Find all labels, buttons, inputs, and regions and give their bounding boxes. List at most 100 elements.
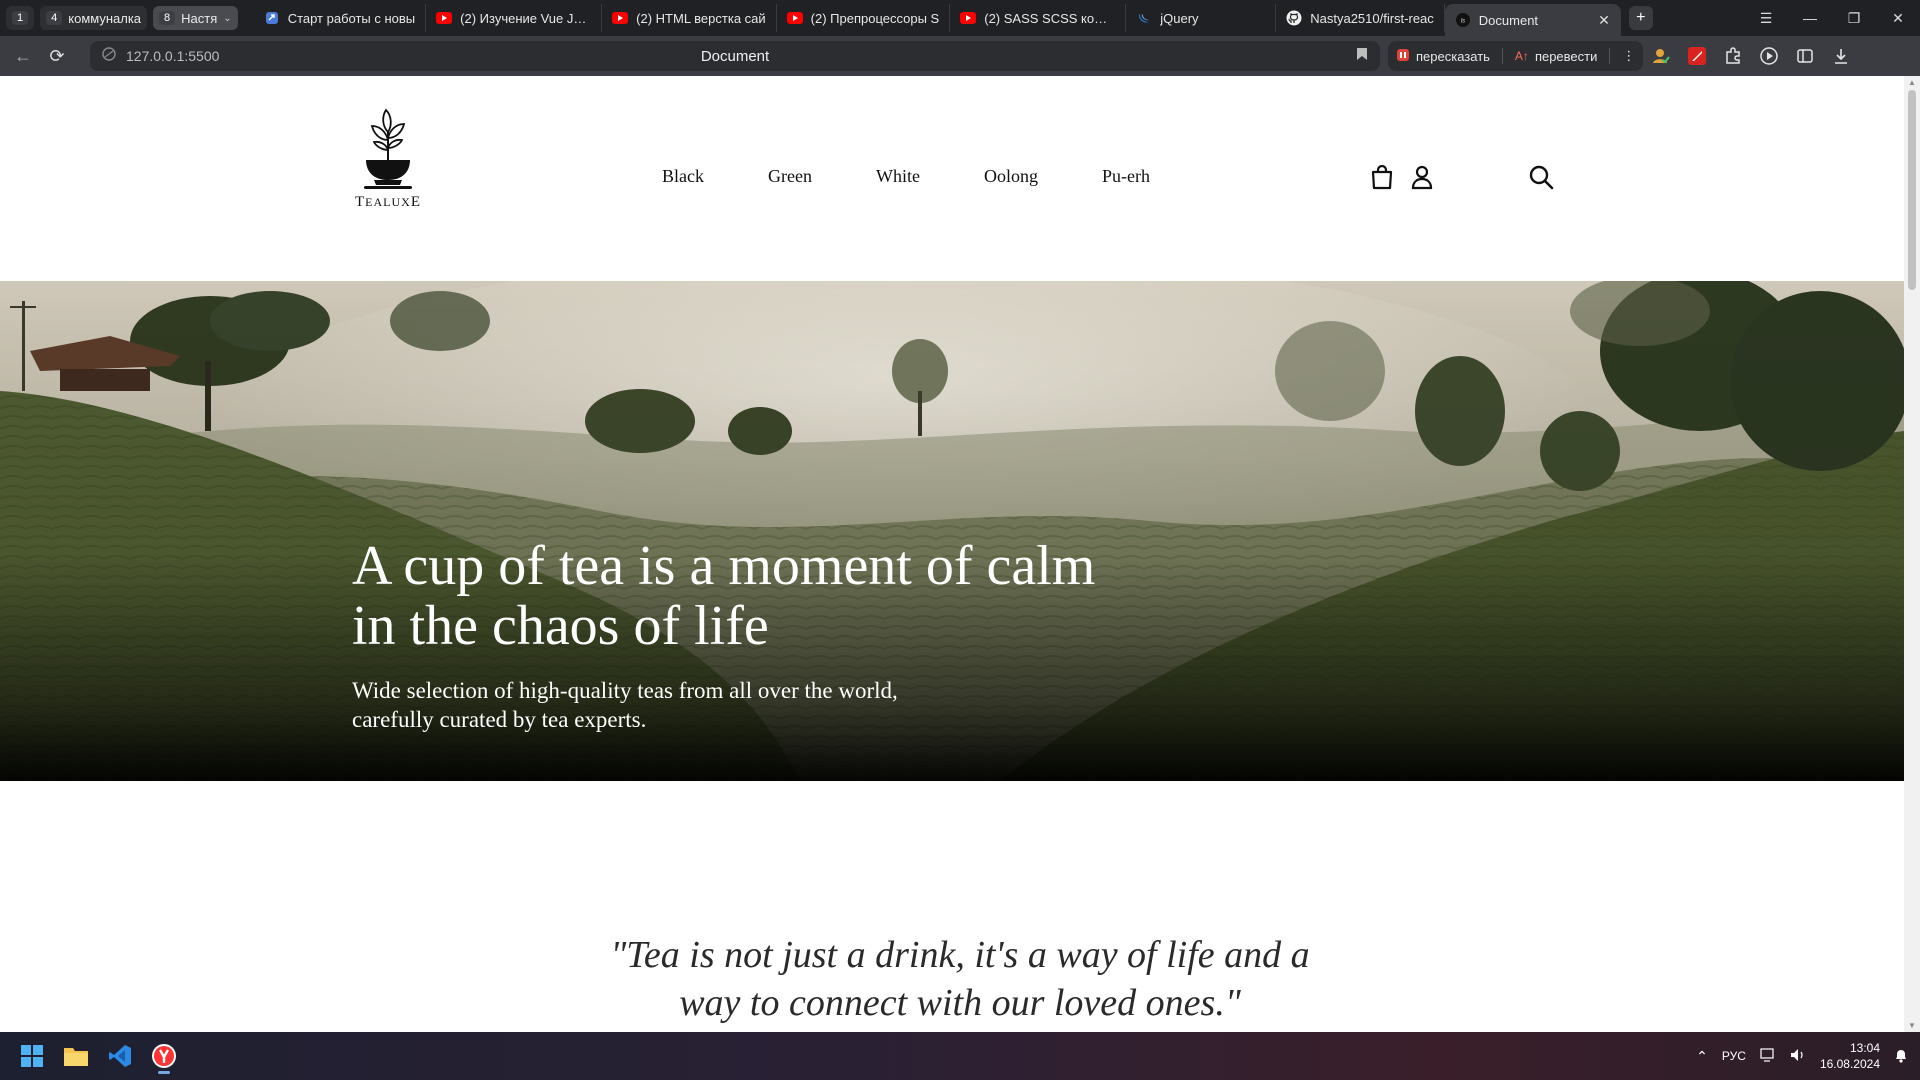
media-play-icon[interactable] bbox=[1751, 41, 1787, 71]
summarize-icon bbox=[1396, 48, 1410, 65]
header-actions bbox=[1370, 164, 1434, 195]
tab-group-label: коммуналка bbox=[68, 10, 142, 26]
chevron-down-icon: ⌄ bbox=[223, 12, 232, 24]
close-tab-icon[interactable]: ✕ bbox=[1598, 12, 1610, 29]
youtube-icon bbox=[436, 10, 453, 26]
svg-text:ls: ls bbox=[1461, 19, 1465, 25]
tab-youtube-vue[interactable]: (2) Изучение Vue JS с bbox=[426, 4, 603, 32]
yandex-browser-icon[interactable] bbox=[144, 1036, 184, 1076]
teacup-logo-icon bbox=[364, 108, 412, 189]
nav-link-white[interactable]: White bbox=[876, 166, 920, 187]
notification-bell-icon[interactable] bbox=[1894, 1047, 1908, 1066]
site-header: TEALUXE Black Green White Oolong Pu-erh bbox=[0, 76, 1904, 280]
tab-youtube-sass[interactable]: (2) SASS SCSS компи bbox=[950, 4, 1127, 32]
tab-youtube-preprocessors[interactable]: (2) Препроцессоры S bbox=[777, 4, 951, 32]
shopping-bag-icon[interactable] bbox=[1370, 164, 1394, 195]
site-logo[interactable]: TEALUXE bbox=[352, 106, 424, 216]
tab-group-kommunalka[interactable]: 4 коммуналка bbox=[40, 6, 148, 30]
extensions-puzzle-icon[interactable] bbox=[1715, 41, 1751, 71]
reload-icon[interactable]: ⟳ bbox=[40, 39, 74, 73]
page-actions: пересказать A↑ перевести ⋮ bbox=[1388, 41, 1644, 71]
bookmark-icon[interactable] bbox=[1356, 47, 1368, 66]
system-tray: ⌃ РУС 13:04 16.08.2024 bbox=[1696, 1040, 1920, 1072]
tab-group-count: 8 bbox=[159, 11, 176, 25]
tab-label: (2) Изучение Vue JS с bbox=[460, 10, 592, 26]
tab-group-label: Настя bbox=[181, 10, 218, 26]
tab-group-count: 4 bbox=[46, 11, 63, 25]
language-indicator[interactable]: РУС bbox=[1722, 1049, 1746, 1063]
divider bbox=[1501, 48, 1503, 64]
youtube-icon bbox=[612, 10, 629, 26]
nav-link-green[interactable]: Green bbox=[768, 166, 812, 187]
translate-icon: A↑ bbox=[1514, 49, 1529, 63]
tab-youtube-html[interactable]: (2) HTML верстка сай bbox=[602, 4, 777, 32]
jquery-icon bbox=[1136, 10, 1152, 26]
network-icon[interactable] bbox=[1760, 1047, 1776, 1065]
tab-group-1[interactable]: 1 bbox=[6, 6, 35, 30]
nav-link-oolong[interactable]: Oolong bbox=[984, 166, 1038, 187]
nav-link-black[interactable]: Black bbox=[662, 166, 704, 187]
tab-group-count: 1 bbox=[12, 11, 29, 25]
divider bbox=[1609, 48, 1611, 64]
page-scrollbar[interactable]: ▲ ▼ bbox=[1904, 76, 1920, 1032]
tab-label: Document bbox=[1478, 12, 1539, 28]
browser-tab-strip: 1 4 коммуналка 8 Настя ⌄ Старт работы с нов… bbox=[0, 0, 1920, 36]
collections-icon[interactable] bbox=[1787, 41, 1823, 71]
link-icon bbox=[264, 10, 280, 26]
live-server-icon: ls bbox=[1455, 12, 1471, 28]
hero-subtitle: Wide selection of high-quality teas from… bbox=[352, 678, 898, 732]
windows-taskbar: ⌃ РУС 13:04 16.08.2024 bbox=[0, 1032, 1920, 1080]
tab-label: jQuery bbox=[1160, 10, 1199, 26]
hero-section: A cup of tea is a moment of calm in the c… bbox=[0, 281, 1904, 781]
clock-date: 16.08.2024 bbox=[1819, 1057, 1880, 1071]
tab-label: (2) SASS SCSS компи bbox=[984, 10, 1116, 26]
browser-toolbar: ← ⟳ 127.0.0.1:5500 Document пересказать … bbox=[0, 36, 1920, 76]
youtube-icon bbox=[786, 10, 803, 26]
tab-label: (2) HTML верстка сай bbox=[636, 10, 766, 26]
tab-label: Nastya2510/first-reac bbox=[1310, 10, 1434, 26]
minimize-icon[interactable]: — bbox=[1788, 10, 1832, 27]
restore-icon[interactable]: ❐ bbox=[1832, 10, 1876, 27]
download-icon[interactable] bbox=[1823, 41, 1859, 71]
tab-label: Старт работы с новы bbox=[287, 10, 416, 26]
file-explorer-icon[interactable] bbox=[56, 1036, 96, 1076]
site-info-icon[interactable] bbox=[102, 46, 116, 66]
close-window-icon[interactable]: ✕ bbox=[1876, 10, 1920, 27]
tab-github[interactable]: Nastya2510/first-reac bbox=[1276, 4, 1445, 32]
search-icon[interactable] bbox=[1528, 164, 1554, 195]
pen-extension-icon[interactable] bbox=[1679, 41, 1715, 71]
window-controls: ☰ — ❐ ✕ bbox=[1744, 10, 1920, 27]
main-nav: Black Green White Oolong Pu-erh bbox=[662, 166, 1214, 187]
scrollbar-thumb[interactable] bbox=[1908, 90, 1916, 290]
windows-start-icon[interactable] bbox=[12, 1036, 52, 1076]
tab-group-nastya[interactable]: 8 Настя ⌄ bbox=[153, 6, 238, 30]
tab-vue-start[interactable]: Старт работы с новы bbox=[254, 4, 427, 32]
menu-icon[interactable]: ☰ bbox=[1744, 10, 1788, 27]
new-tab-button[interactable]: + bbox=[1628, 6, 1653, 30]
clock-time: 13:04 bbox=[1849, 1041, 1880, 1055]
page-title: Document bbox=[700, 47, 770, 65]
more-icon[interactable]: ⋮ bbox=[1622, 48, 1635, 64]
chevron-up-icon[interactable]: ⌃ bbox=[1696, 1048, 1708, 1065]
page-viewport: TEALUXE Black Green White Oolong Pu-erh bbox=[0, 76, 1904, 1032]
youtube-icon bbox=[960, 10, 977, 26]
github-icon bbox=[1286, 10, 1302, 26]
scroll-down-arrow-icon[interactable]: ▼ bbox=[1908, 1021, 1916, 1030]
translate-button[interactable]: перевести bbox=[1535, 49, 1597, 64]
tab-label: (2) Препроцессоры S bbox=[810, 10, 940, 26]
vscode-icon[interactable] bbox=[100, 1036, 140, 1076]
tab-document-active[interactable]: ls Document ✕ bbox=[1444, 4, 1621, 36]
profile-extension-icon[interactable] bbox=[1643, 41, 1679, 71]
logo-wordmark: TEALUXE bbox=[354, 194, 421, 210]
address-bar[interactable]: 127.0.0.1:5500 Document bbox=[90, 41, 1380, 71]
clock[interactable]: 13:04 16.08.2024 bbox=[1820, 1040, 1880, 1072]
volume-icon[interactable] bbox=[1790, 1048, 1806, 1065]
summarize-button[interactable]: пересказать bbox=[1416, 49, 1490, 64]
tab-jquery[interactable]: jQuery bbox=[1126, 4, 1277, 32]
scroll-up-arrow-icon[interactable]: ▲ bbox=[1908, 78, 1916, 87]
user-account-icon[interactable] bbox=[1410, 164, 1434, 195]
url-text: 127.0.0.1:5500 bbox=[126, 48, 220, 64]
back-arrow-icon[interactable]: ← bbox=[6, 39, 40, 73]
nav-link-puerh[interactable]: Pu-erh bbox=[1102, 166, 1150, 187]
hero-title: A cup of tea is a moment of calm in the c… bbox=[352, 535, 1096, 657]
